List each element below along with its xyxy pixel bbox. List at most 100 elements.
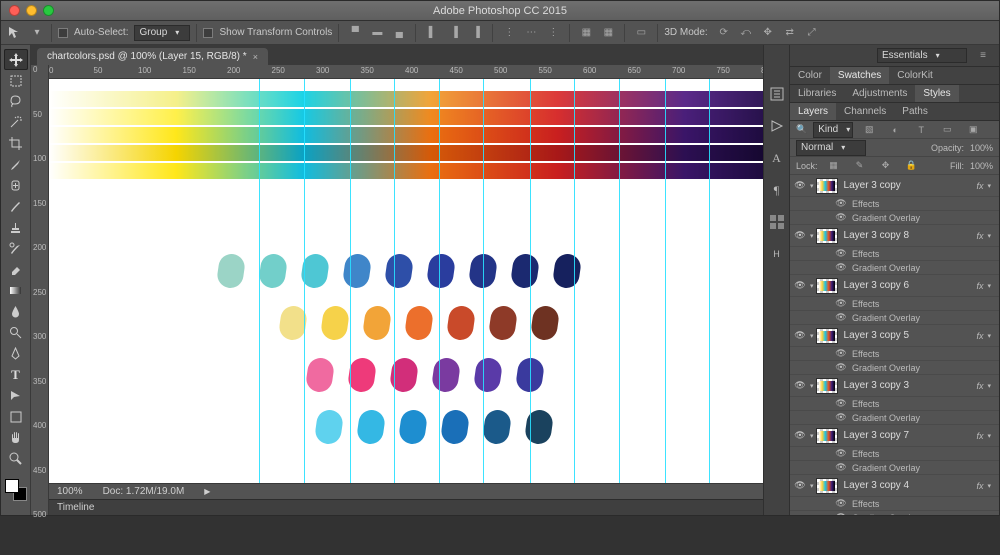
visibility-toggle-icon[interactable]: 👁: [834, 312, 848, 323]
fx-badge[interactable]: fx: [976, 231, 983, 241]
fx-expand-icon[interactable]: ▾: [987, 232, 991, 240]
expand-icon[interactable]: ▾: [810, 282, 814, 290]
tab-channels[interactable]: Channels: [836, 103, 894, 120]
filter-type-icon[interactable]: T: [911, 120, 931, 140]
layer-name[interactable]: Layer 3 copy 5: [844, 330, 977, 341]
filter-smart-icon[interactable]: ▣: [963, 120, 983, 140]
expand-icon[interactable]: ▾: [810, 382, 814, 390]
status-arrow-icon[interactable]: ▶: [204, 487, 210, 496]
3d-scale-icon[interactable]: ⤢: [802, 23, 822, 43]
pen-tool[interactable]: [4, 343, 28, 364]
layer-row[interactable]: 👁▾Layer 3 copy 8fx▾: [790, 225, 999, 247]
layer-effects-row[interactable]: 👁Effects: [790, 247, 999, 261]
distribute-icon[interactable]: ⋮: [543, 23, 563, 43]
distribute-icon[interactable]: ⋮: [499, 23, 519, 43]
layer-effects-row[interactable]: 👁Effects: [790, 447, 999, 461]
actions-panel-icon[interactable]: [768, 117, 786, 135]
fx-expand-icon[interactable]: ▾: [987, 432, 991, 440]
visibility-toggle-icon[interactable]: 👁: [790, 480, 810, 491]
lock-all-icon[interactable]: 🔒: [902, 156, 922, 176]
path-selection-tool[interactable]: [4, 385, 28, 406]
lock-position-icon[interactable]: ✥: [876, 156, 896, 176]
layer-thumbnail[interactable]: [816, 478, 838, 494]
guide-line[interactable]: [483, 79, 484, 483]
filter-icon[interactable]: 🔍: [796, 124, 807, 135]
tab-swatches[interactable]: Swatches: [830, 67, 889, 84]
visibility-toggle-icon[interactable]: 👁: [790, 180, 810, 191]
visibility-toggle-icon[interactable]: 👁: [834, 212, 848, 223]
guide-line[interactable]: [665, 79, 666, 483]
marquee-tool[interactable]: [4, 70, 28, 91]
shape-tool[interactable]: [4, 406, 28, 427]
3d-pan-icon[interactable]: ✥: [758, 23, 778, 43]
history-panel-icon[interactable]: [768, 85, 786, 103]
tab-styles[interactable]: Styles: [915, 85, 958, 102]
layer-effects-row[interactable]: 👁Effects: [790, 347, 999, 361]
align-left-icon[interactable]: ▌: [422, 23, 442, 43]
tool-preset-dropdown-icon[interactable]: ▾: [29, 25, 45, 41]
layer-row[interactable]: 👁▾Layer 3 copy 4fx▾: [790, 475, 999, 497]
paragraph-panel-icon[interactable]: ¶: [768, 181, 786, 199]
timeline-panel[interactable]: Timeline: [49, 499, 763, 515]
artboard-icon[interactable]: ▭: [631, 23, 651, 43]
clone-stamp-tool[interactable]: [4, 217, 28, 238]
fx-badge[interactable]: fx: [976, 281, 983, 291]
layer-thumbnail[interactable]: [816, 328, 838, 344]
tab-colorkit[interactable]: ColorKit: [889, 67, 941, 84]
visibility-toggle-icon[interactable]: 👁: [834, 512, 848, 515]
fx-expand-icon[interactable]: ▾: [987, 182, 991, 190]
gradient-tool[interactable]: [4, 280, 28, 301]
lock-transparent-icon[interactable]: ▦: [824, 156, 844, 176]
layer-list[interactable]: 👁▾Layer 3 copyfx▾👁Effects👁Gradient Overl…: [790, 175, 999, 515]
expand-icon[interactable]: ▾: [810, 182, 814, 190]
horizontal-ruler[interactable]: 0501001502002503003504004505005506006507…: [49, 65, 763, 79]
layer-name[interactable]: Layer 3 copy 7: [844, 430, 977, 441]
visibility-toggle-icon[interactable]: 👁: [834, 248, 848, 259]
auto-align-icon[interactable]: ▦: [598, 23, 618, 43]
visibility-toggle-icon[interactable]: 👁: [834, 348, 848, 359]
3d-roll-icon[interactable]: ⤺: [736, 23, 756, 43]
layer-row[interactable]: 👁▾Layer 3 copy 5fx▾: [790, 325, 999, 347]
color-swatches[interactable]: [5, 479, 27, 501]
visibility-toggle-icon[interactable]: 👁: [834, 448, 848, 459]
blur-tool[interactable]: [4, 301, 28, 322]
close-tab-icon[interactable]: ×: [253, 52, 258, 62]
eraser-tool[interactable]: [4, 259, 28, 280]
layer-effect-item[interactable]: 👁Gradient Overlay: [790, 261, 999, 275]
layer-effect-item[interactable]: 👁Gradient Overlay: [790, 461, 999, 475]
visibility-toggle-icon[interactable]: 👁: [790, 430, 810, 441]
document-tab[interactable]: chartcolors.psd @ 100% (Layer 15, RGB/8)…: [37, 48, 268, 65]
expand-icon[interactable]: ▾: [810, 482, 814, 490]
filter-pixel-icon[interactable]: ▧: [859, 120, 879, 140]
tab-layers[interactable]: Layers: [790, 103, 836, 120]
visibility-toggle-icon[interactable]: 👁: [834, 198, 848, 209]
magic-wand-tool[interactable]: [4, 112, 28, 133]
fx-badge[interactable]: fx: [976, 331, 983, 341]
visibility-toggle-icon[interactable]: 👁: [834, 298, 848, 309]
fx-badge[interactable]: fx: [976, 181, 983, 191]
auto-select-mode-dropdown[interactable]: Group: [134, 25, 190, 41]
visibility-toggle-icon[interactable]: 👁: [834, 262, 848, 273]
fx-badge[interactable]: fx: [976, 431, 983, 441]
visibility-toggle-icon[interactable]: 👁: [790, 230, 810, 241]
guide-line[interactable]: [709, 79, 710, 483]
layer-name[interactable]: Layer 3 copy: [844, 180, 977, 191]
layer-effects-row[interactable]: 👁Effects: [790, 297, 999, 311]
align-vcenter-icon[interactable]: ▬: [367, 23, 387, 43]
visibility-toggle-icon[interactable]: 👁: [834, 462, 848, 473]
filter-shape-icon[interactable]: ▭: [937, 120, 957, 140]
layer-effects-row[interactable]: 👁Effects: [790, 497, 999, 511]
lasso-tool[interactable]: [4, 91, 28, 112]
canvas[interactable]: [49, 79, 763, 483]
history-brush-tool[interactable]: [4, 238, 28, 259]
layer-name[interactable]: Layer 3 copy 6: [844, 280, 977, 291]
guide-line[interactable]: [439, 79, 440, 483]
tab-color[interactable]: Color: [790, 67, 830, 84]
fx-badge[interactable]: fx: [976, 481, 983, 491]
zoom-level[interactable]: 100%: [57, 486, 83, 497]
doc-size[interactable]: Doc: 1.72M/19.0M: [103, 486, 185, 497]
info-panel-icon[interactable]: H: [768, 245, 786, 263]
visibility-toggle-icon[interactable]: 👁: [790, 330, 810, 341]
layer-thumbnail[interactable]: [816, 228, 838, 244]
layer-effects-row[interactable]: 👁Effects: [790, 397, 999, 411]
